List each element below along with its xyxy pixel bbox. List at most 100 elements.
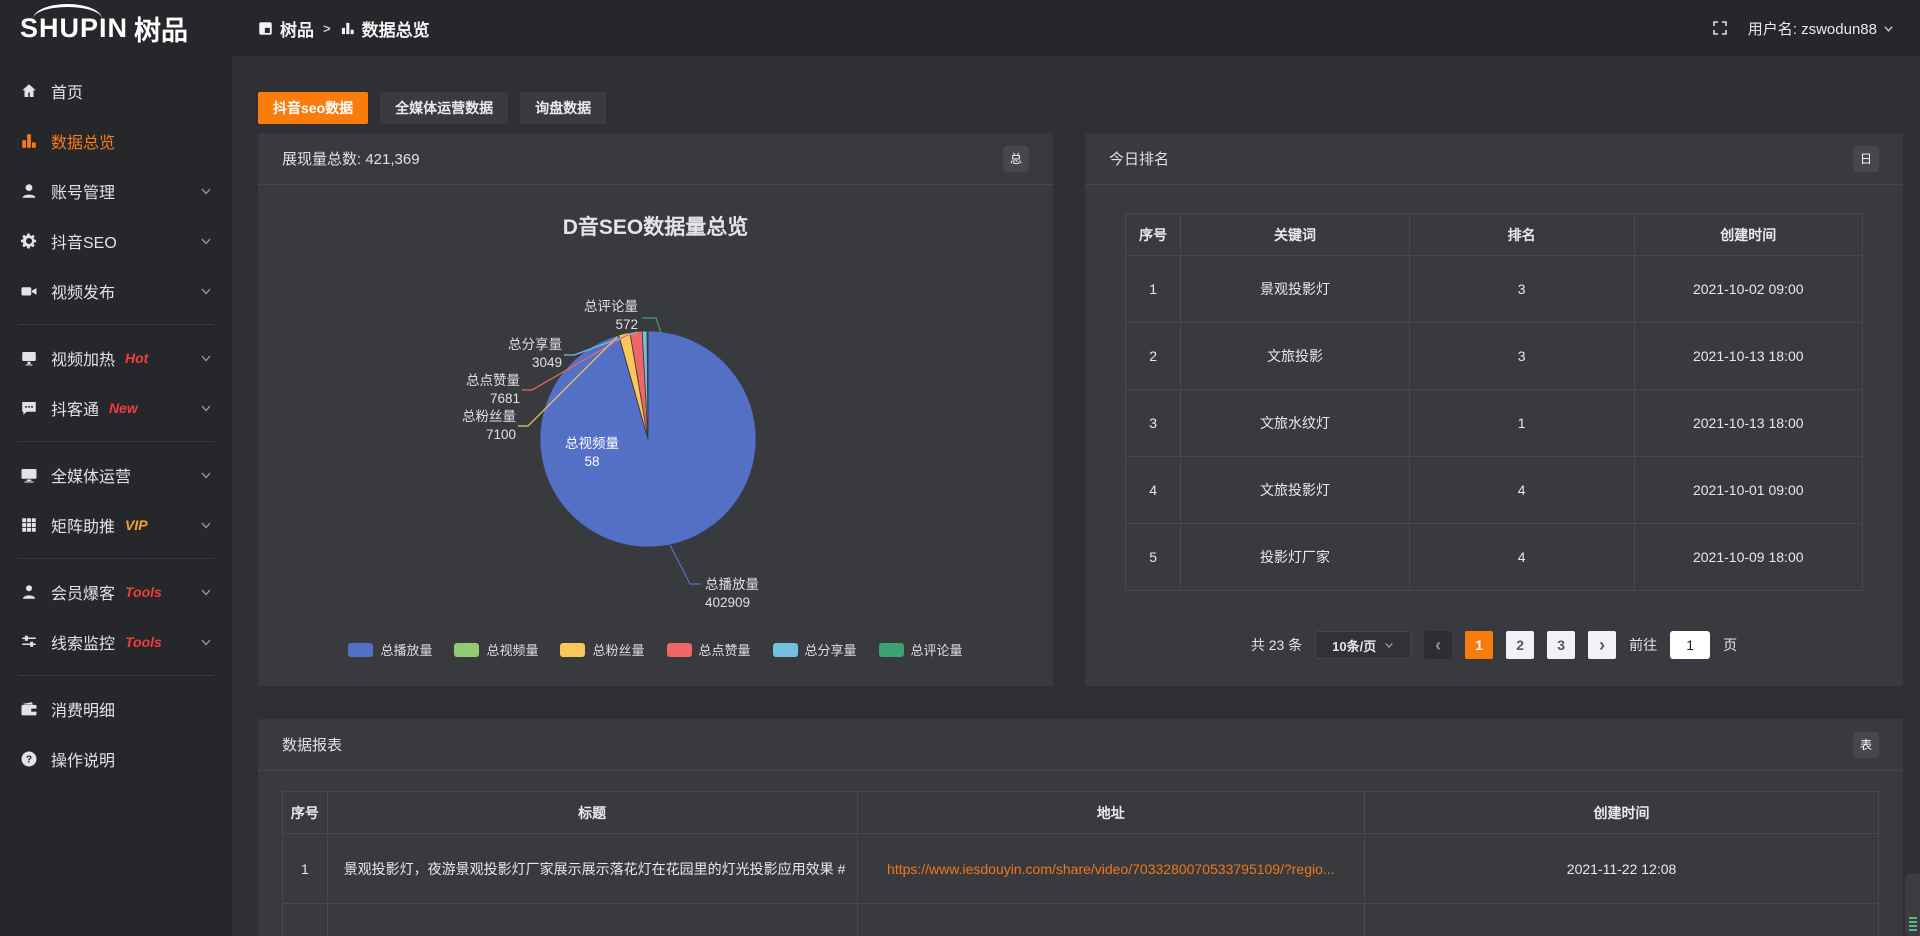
table-badge-button[interactable]: 表 (1853, 732, 1879, 758)
sidebar-nav: 首页数据总览账号管理抖音SEO视频发布视频加热 Hot 抖客通New 全媒体运营矩阵助… (0, 56, 232, 784)
chart-panel: 展现量总数: 421,369 总 D音SEO数据量总览 总评论量 572 总分享… (258, 133, 1053, 686)
table-cell: 1 (283, 834, 328, 904)
breadcrumb-label: 树品 (280, 16, 314, 41)
sidebar-divider (18, 441, 214, 442)
sidebar-item-label: 首页 (51, 79, 83, 103)
tab-inquiry[interactable]: 询盘数据 (520, 92, 606, 124)
column-header: 序号 (1126, 214, 1181, 256)
table-cell: 5 (1126, 524, 1181, 591)
pagination: 共 23 条 10条/页 ‹ 1 2 3 › 前往 页 (1125, 631, 1863, 659)
table-row: 4文旅投影灯42021-10-01 09:00 (1126, 457, 1863, 524)
legend-item[interactable]: 总分享量 (773, 640, 857, 659)
today-rank-panel: 今日排名 日 序号 关键词 排名 创建时间 1景观投影灯32021-10-02 … (1085, 133, 1903, 686)
sidebar-item-badge: Tools (125, 634, 162, 650)
chevron-down-icon (200, 352, 212, 364)
table-row: 2文旅投影32021-10-13 18:00 (1126, 323, 1863, 390)
wallet-icon (20, 700, 38, 718)
table-cell: 投影灯厂家 (1181, 524, 1409, 591)
table-cell: 4 (1409, 524, 1634, 591)
sidebar-item-label: 视频加热 (51, 346, 115, 370)
logo-text-en: SHUPIN (20, 13, 128, 44)
sidebar-item[interactable]: 全媒体运营 (0, 450, 232, 500)
chevron-down-icon (200, 285, 212, 297)
breadcrumb-home[interactable]: 树品 (258, 16, 314, 41)
floating-service-widget[interactable] (1905, 874, 1920, 936)
page-button-3[interactable]: 3 (1547, 631, 1575, 659)
pie-label: 总点赞量 (466, 373, 520, 388)
data-tabs: 抖音seo数据 全媒体运营数据 询盘数据 (258, 92, 1903, 124)
prev-page-button[interactable]: ‹ (1424, 631, 1452, 659)
table-row: 5投影灯厂家42021-10-09 18:00 (1126, 524, 1863, 591)
sidebar-item[interactable]: 抖音SEO (0, 216, 232, 266)
tab-omnimedia[interactable]: 全媒体运营数据 (380, 92, 508, 124)
table-cell: 2021-10-09 18:00 (1634, 524, 1862, 591)
table-cell: 2 (1126, 323, 1181, 390)
pie-label: 总粉丝量 (462, 409, 516, 424)
column-header: 关键词 (1181, 214, 1409, 256)
pie-chart: D音SEO数据量总览 总评论量 572 总分享量 3049 总点赞量 7681 (258, 185, 1053, 685)
topbar: 树品 > 数据总览 用户名: zswodun88 (232, 0, 1920, 56)
board-icon (258, 21, 273, 36)
sidebar-item[interactable]: 视频发布 (0, 266, 232, 316)
legend-swatch (454, 643, 479, 657)
pie-label: 总播放量 (705, 577, 759, 592)
page-unit-label: 页 (1723, 635, 1737, 655)
sidebar-item-label: 会员爆客 (51, 580, 115, 604)
sidebar-item[interactable]: 视频加热 Hot (0, 333, 232, 383)
sidebar-item-label: 线索监控 (51, 630, 115, 654)
goto-page-input[interactable] (1670, 631, 1710, 659)
table-row: 1景观投影灯32021-10-02 09:00 (1126, 256, 1863, 323)
table-cell: 景观投影灯 (1181, 256, 1409, 323)
sidebar-item[interactable]: 矩阵助推VIP (0, 500, 232, 550)
sidebar-item[interactable]: 抖客通New (0, 383, 232, 433)
legend-item[interactable]: 总粉丝量 (560, 640, 644, 659)
report-panel-title: 数据报表 (282, 734, 342, 755)
app-logo[interactable]: SHUPIN 树品 (0, 0, 232, 56)
legend-swatch (879, 643, 904, 657)
sidebar-item-badge: Hot (125, 350, 148, 366)
day-badge-button[interactable]: 日 (1853, 146, 1879, 172)
page-button-2[interactable]: 2 (1506, 631, 1534, 659)
data-report-panel: 数据报表 表 序号 标题 地址 创建时间 1 景观投影灯，夜游景观投影灯 (258, 719, 1903, 936)
table-cell: 1 (1409, 390, 1634, 457)
chevron-down-icon (200, 636, 212, 648)
sidebar-item[interactable]: 会员爆客Tools (0, 567, 232, 617)
screen-icon (20, 349, 38, 367)
legend-swatch (348, 643, 373, 657)
total-badge-button[interactable]: 总 (1003, 146, 1029, 172)
user-menu[interactable]: 用户名: zswodun88 (1748, 18, 1894, 39)
video-link[interactable]: https://www.iesdouyin.com/share/video/70… (887, 861, 1335, 877)
legend-item[interactable]: 总视频量 (454, 640, 538, 659)
user-icon (20, 182, 38, 200)
page-size-select[interactable]: 10条/页 (1315, 631, 1411, 659)
chevron-down-icon (200, 469, 212, 481)
monitor-icon (20, 466, 38, 484)
breadcrumb-separator: > (323, 21, 331, 36)
sidebar-item[interactable]: ?操作说明 (0, 734, 232, 784)
column-header: 序号 (283, 792, 328, 834)
goto-label: 前往 (1629, 635, 1657, 655)
page-button-1[interactable]: 1 (1465, 631, 1493, 659)
chevron-down-icon (1883, 23, 1894, 34)
chart-legend: 总播放量 总视频量 总粉丝量 总点赞量 总分享量 总评论量 (258, 640, 1053, 659)
sidebar-item-label: 消费明细 (51, 697, 115, 721)
legend-item[interactable]: 总点赞量 (667, 640, 751, 659)
tab-douyin-seo[interactable]: 抖音seo数据 (258, 92, 368, 124)
sliders-icon (20, 633, 38, 651)
chevron-down-icon (200, 235, 212, 247)
breadcrumb: 树品 > 数据总览 (258, 16, 430, 41)
sidebar-item[interactable]: 消费明细 (0, 684, 232, 734)
legend-item[interactable]: 总评论量 (879, 640, 963, 659)
breadcrumb-current[interactable]: 数据总览 (340, 16, 430, 41)
legend-item[interactable]: 总播放量 (348, 640, 432, 659)
total-count: 共 23 条 (1251, 635, 1302, 655)
next-page-button[interactable]: › (1588, 631, 1616, 659)
sidebar-item[interactable]: 数据总览 (0, 116, 232, 166)
sidebar-item[interactable]: 线索监控 Tools (0, 617, 232, 667)
sidebar-item[interactable]: 首页 (0, 66, 232, 116)
fullscreen-icon[interactable] (1712, 20, 1728, 36)
table-header-row: 序号 标题 地址 创建时间 (283, 792, 1879, 834)
sidebar-item[interactable]: 账号管理 (0, 166, 232, 216)
sidebar: SHUPIN 树品 首页数据总览账号管理抖音SEO视频发布视频加热 Hot 抖客通N… (0, 0, 232, 936)
gear-icon (20, 232, 38, 250)
